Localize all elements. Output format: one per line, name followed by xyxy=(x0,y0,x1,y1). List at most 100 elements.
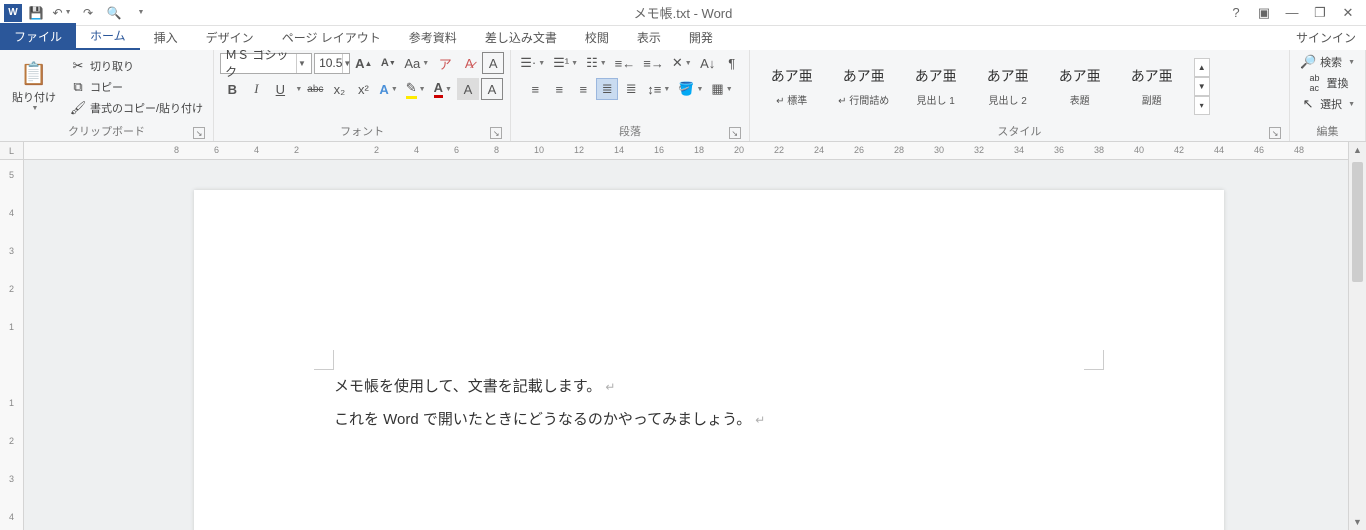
zoom-qat-button[interactable]: 🔍 xyxy=(102,2,126,24)
scroll-up-button[interactable]: ▲ xyxy=(1349,142,1366,158)
tab-page-layout[interactable]: ページ レイアウト xyxy=(268,25,395,50)
align-center-button[interactable]: ≡ xyxy=(548,78,570,100)
ribbon-options-button[interactable]: ▣ xyxy=(1250,2,1278,24)
vertical-ruler[interactable]: 543211234 xyxy=(0,160,24,530)
style-item[interactable]: あア亜表題 xyxy=(1046,58,1114,116)
paragraph[interactable]: これを Word で開いたときにどうなるのかやってみましょう。 xyxy=(334,403,1084,436)
styles-down-button[interactable]: ▼ xyxy=(1194,77,1210,96)
close-button[interactable]: ✕ xyxy=(1334,2,1362,24)
workspace: L 543211234 8642246810121416182022242628… xyxy=(0,142,1366,530)
replace-icon: abac xyxy=(1307,75,1323,91)
enclose-char-button[interactable]: A xyxy=(482,52,504,74)
italic-button[interactable]: I xyxy=(245,78,267,100)
font-color-button[interactable]: A▼ xyxy=(431,78,455,100)
styles-launcher[interactable]: ↘ xyxy=(1269,127,1281,139)
multilevel-list-button[interactable]: ☷▼ xyxy=(583,52,610,74)
chevron-down-icon[interactable]: ▼ xyxy=(295,86,302,93)
align-right-button[interactable]: ≡ xyxy=(572,78,594,100)
ruler-tick: 3 xyxy=(0,474,23,484)
clipboard-launcher[interactable]: ↘ xyxy=(193,127,205,139)
font-name-select[interactable]: ＭＳ ゴシック▼ xyxy=(220,53,312,74)
scroll-thumb[interactable] xyxy=(1352,162,1363,282)
decrease-indent-button[interactable]: ≡← xyxy=(612,52,639,74)
grow-font-button[interactable]: A▲ xyxy=(352,52,375,74)
style-item[interactable]: あア亜見出し 2 xyxy=(974,58,1042,116)
text-effects-button[interactable]: A▼ xyxy=(376,78,400,100)
tab-design[interactable]: デザイン xyxy=(192,25,268,50)
paragraph-launcher[interactable]: ↘ xyxy=(729,127,741,139)
sign-in-link[interactable]: サインイン xyxy=(1286,25,1366,50)
select-button[interactable]: ↖選択▼ xyxy=(1296,94,1359,114)
show-marks-button[interactable]: ¶ xyxy=(721,52,743,74)
ruler-tick: 12 xyxy=(574,145,584,155)
numbering-button[interactable]: ☰¹▼ xyxy=(550,52,581,74)
align-left-button[interactable]: ≡ xyxy=(524,78,546,100)
replace-button[interactable]: abac置換 xyxy=(1303,73,1353,93)
font-size-select[interactable]: 10.5▼ xyxy=(314,53,350,74)
borders-button[interactable]: ▦▼ xyxy=(708,78,735,100)
redo-icon: ↷ xyxy=(83,6,93,20)
restore-button[interactable]: ❐ xyxy=(1306,2,1334,24)
sort-button[interactable]: A↓ xyxy=(697,52,719,74)
copy-button[interactable]: ⧉コピー xyxy=(66,77,207,97)
styles-more-button[interactable]: ▾ xyxy=(1194,96,1210,115)
clear-formatting-button[interactable]: A̷ xyxy=(458,52,480,74)
increase-indent-button[interactable]: ≡→ xyxy=(640,52,667,74)
char-border-button[interactable]: A xyxy=(481,78,503,100)
phonetic-guide-button[interactable]: ア xyxy=(434,52,456,74)
undo-button[interactable]: ↶▼ xyxy=(50,2,74,24)
strikethrough-button[interactable]: abc xyxy=(304,78,326,100)
shading-button[interactable]: 🪣▼ xyxy=(675,78,706,100)
style-item[interactable]: あア亜見出し 1 xyxy=(902,58,970,116)
style-item[interactable]: あア亜↵ 標準 xyxy=(758,58,826,116)
justify-button[interactable]: ≣ xyxy=(596,78,618,100)
styles-up-button[interactable]: ▲ xyxy=(1194,58,1210,77)
bullets-button[interactable]: ☰·▼ xyxy=(517,52,548,74)
page-content[interactable]: メモ帳を使用して、文書を記載します。 これを Word で開いたときにどうなるの… xyxy=(194,190,1224,436)
underline-button[interactable]: U xyxy=(269,78,291,100)
save-button[interactable]: 💾 xyxy=(24,2,48,24)
group-clipboard: 📋 貼り付け ▼ ✂切り取り ⧉コピー 🖌書式のコピー/貼り付け クリップボード… xyxy=(0,50,214,141)
style-name: 見出し 2 xyxy=(989,92,1027,107)
cut-button[interactable]: ✂切り取り xyxy=(66,56,207,76)
style-name: 表題 xyxy=(1070,92,1090,107)
distributed-button[interactable]: ≣ xyxy=(620,78,642,100)
char-shading-button[interactable]: A xyxy=(457,78,479,100)
superscript-button[interactable]: x² xyxy=(352,78,374,100)
scroll-down-button[interactable]: ▼ xyxy=(1349,514,1366,530)
help-button[interactable]: ? xyxy=(1222,2,1250,24)
redo-button[interactable]: ↷ xyxy=(76,2,100,24)
change-case-button[interactable]: Aa▼ xyxy=(401,52,432,74)
style-item[interactable]: あア亜↵ 行間詰め xyxy=(830,58,898,116)
document-canvas[interactable]: メモ帳を使用して、文書を記載します。 これを Word で開いたときにどうなるの… xyxy=(24,160,1348,530)
tab-view[interactable]: 表示 xyxy=(623,25,675,50)
tab-file[interactable]: ファイル xyxy=(0,23,76,50)
find-button[interactable]: 🔎検索▼ xyxy=(1296,52,1359,72)
highlight-button[interactable]: ✎▼ xyxy=(403,78,429,100)
tab-mailings[interactable]: 差し込み文書 xyxy=(471,25,571,50)
format-painter-button[interactable]: 🖌書式のコピー/貼り付け xyxy=(66,98,207,118)
font-launcher[interactable]: ↘ xyxy=(490,127,502,139)
subscript-button[interactable]: x₂ xyxy=(328,78,350,100)
horizontal-ruler[interactable]: 8642246810121416182022242628303234363840… xyxy=(24,142,1348,160)
tab-insert[interactable]: 挿入 xyxy=(140,25,192,50)
ruler-corner[interactable]: L xyxy=(0,142,24,160)
tab-review[interactable]: 校閲 xyxy=(571,25,623,50)
ruler-tick: 36 xyxy=(1054,145,1064,155)
paragraph[interactable]: メモ帳を使用して、文書を記載します。 xyxy=(334,370,1084,403)
ruler-tick: 5 xyxy=(0,170,23,180)
asian-layout-button[interactable]: ✕▼ xyxy=(669,52,695,74)
paste-button[interactable]: 📋 貼り付け ▼ xyxy=(6,59,62,114)
shrink-font-button[interactable]: A▼ xyxy=(377,52,399,74)
tab-developer[interactable]: 開発 xyxy=(675,25,727,50)
tab-home[interactable]: ホーム xyxy=(76,23,140,50)
style-item[interactable]: あア亜副題 xyxy=(1118,58,1186,116)
vertical-scrollbar[interactable]: ▲ ▼ xyxy=(1348,142,1366,530)
minimize-button[interactable]: — xyxy=(1278,2,1306,24)
qat-customize-button[interactable]: ▼ xyxy=(128,2,152,24)
bold-button[interactable]: B xyxy=(221,78,243,100)
page: メモ帳を使用して、文書を記載します。 これを Word で開いたときにどうなるの… xyxy=(194,190,1224,530)
line-spacing-button[interactable]: ↕≡▼ xyxy=(644,78,673,100)
tab-references[interactable]: 参考資料 xyxy=(395,25,471,50)
copy-label: コピー xyxy=(90,79,123,95)
